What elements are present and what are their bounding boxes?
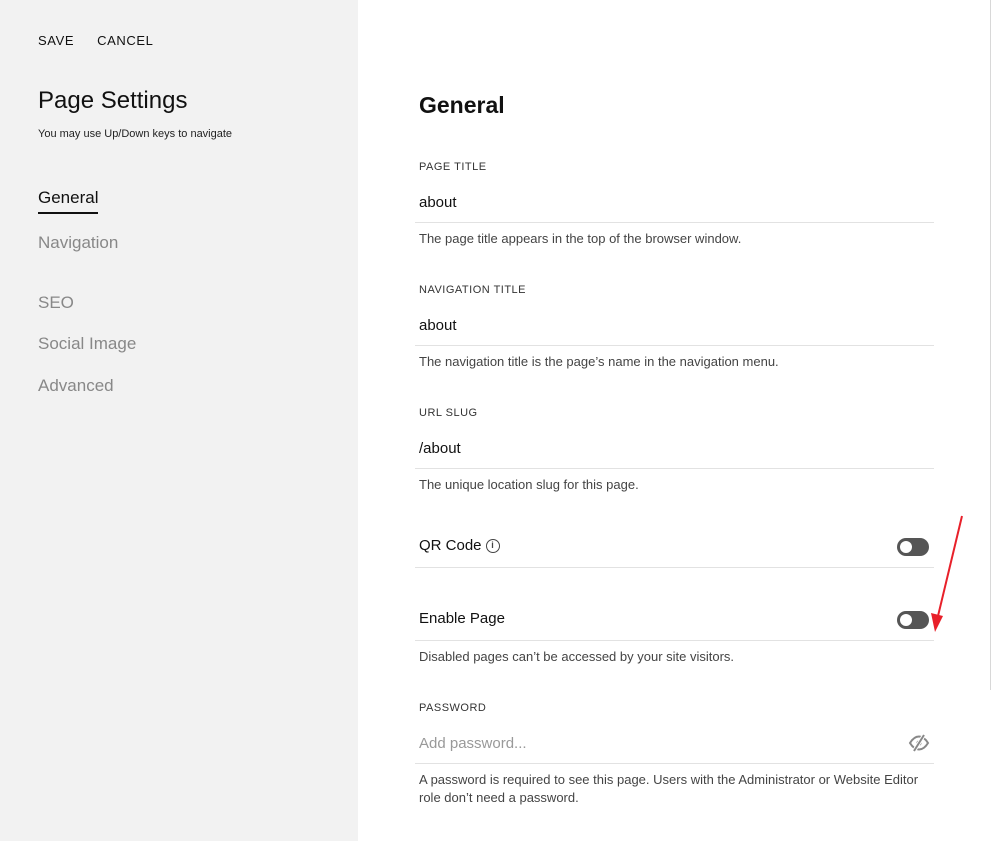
active-tab-underline [38, 212, 99, 214]
url-slug-input[interactable] [415, 429, 934, 469]
password-input[interactable] [415, 724, 934, 764]
cancel-button[interactable]: CANCEL [97, 33, 153, 48]
enable-page-row: Enable Page [415, 600, 934, 641]
panel-title: General [419, 92, 505, 118]
qr-code-toggle[interactable] [897, 538, 929, 556]
password-label: PASSWORD [419, 702, 487, 714]
qr-code-label: QR Code [419, 537, 482, 554]
toggle-knob [900, 541, 912, 553]
sidebar-hint: You may use Up/Down keys to navigate [38, 128, 233, 140]
navigation-title-label: NAVIGATION TITLE [419, 284, 527, 296]
eye-slash-icon[interactable] [908, 733, 930, 753]
action-bar: SAVE CANCEL [38, 33, 153, 48]
page-title-label: PAGE TITLE [419, 161, 487, 173]
sidebar-item-general[interactable]: General [38, 188, 99, 214]
url-slug-help: The unique location slug for this page. [419, 477, 639, 492]
enable-page-help: Disabled pages can’t be accessed by your… [419, 649, 735, 664]
sidebar-item-label: Advanced [38, 376, 114, 395]
navigation-title-input[interactable] [415, 306, 934, 346]
enable-page-toggle[interactable] [897, 611, 929, 629]
enable-page-label-group: Enable Page [419, 610, 505, 627]
page-title-help: The page title appears in the top of the… [419, 231, 742, 246]
navigation-title-help: The navigation title is the page’s name … [419, 354, 779, 369]
info-icon[interactable]: i [485, 538, 500, 553]
qr-code-label-group: QR Code i [419, 537, 500, 554]
sidebar-title: Page Settings [38, 87, 188, 114]
enable-page-label: Enable Page [419, 610, 505, 627]
sidebar-item-label: Social Image [38, 334, 137, 353]
settings-sidebar: SAVE CANCEL Page Settings You may use Up… [0, 0, 358, 841]
toggle-knob [900, 614, 912, 626]
sidebar-item-label: General [38, 188, 99, 207]
page-title-input[interactable] [415, 183, 934, 223]
sidebar-item-advanced[interactable]: Advanced [38, 376, 114, 396]
sidebar-item-label: Navigation [38, 233, 119, 252]
password-help: A password is required to see this page.… [419, 772, 919, 805]
save-button[interactable]: SAVE [38, 33, 74, 48]
general-settings-panel: General PAGE TITLE The page title appear… [358, 0, 991, 841]
url-slug-label: URL SLUG [419, 407, 478, 419]
sidebar-item-label: SEO [38, 293, 74, 312]
sidebar-item-navigation[interactable]: Navigation [38, 233, 118, 253]
sidebar-item-social-image[interactable]: Social Image [38, 334, 136, 354]
sidebar-item-seo[interactable]: SEO [38, 293, 74, 313]
qr-code-row: QR Code i [415, 527, 934, 568]
